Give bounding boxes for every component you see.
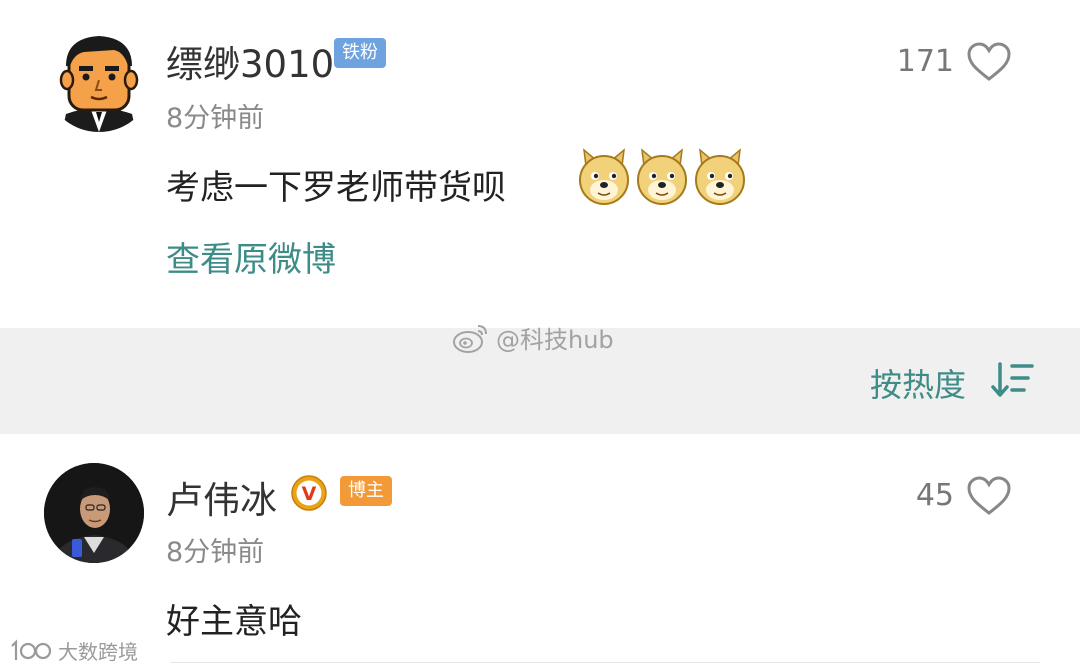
avatar[interactable] xyxy=(44,22,154,132)
heart-icon[interactable] xyxy=(966,476,1012,516)
comment-time: 8分钟前 xyxy=(166,537,265,568)
infinity-logo-icon xyxy=(11,638,52,660)
like-count: 171 xyxy=(896,44,954,79)
doge-emoji-icon xyxy=(637,148,687,205)
doge-emoji-icon xyxy=(579,148,629,205)
weibo-watermark-text: @科技hub xyxy=(496,326,614,354)
avatar[interactable] xyxy=(44,463,144,563)
view-original-link[interactable]: 查看原微博 xyxy=(166,232,336,281)
weibo-logo-icon xyxy=(453,324,487,353)
username[interactable]: 卢伟冰 xyxy=(166,470,277,524)
comment-item: 缥缈3010 铁粉 8分钟前 171 考虑一下罗老师带货呗 查看原微博 xyxy=(0,0,1080,328)
sort-by-hot-button[interactable]: 按热度 xyxy=(870,360,966,406)
cartoon-avatar-icon xyxy=(44,22,154,132)
comment-text: 考虑一下罗老师带货呗 xyxy=(166,168,506,208)
comment-item xyxy=(0,434,1080,670)
sort-icon[interactable] xyxy=(990,360,1036,400)
verified-v-icon: V xyxy=(291,475,327,511)
like-count: 45 xyxy=(915,478,954,513)
divider xyxy=(170,662,1040,663)
doge-emoji-icon xyxy=(695,148,745,205)
corner-watermark-text: 大数跨境 xyxy=(58,640,138,664)
username[interactable]: 缥缈3010 xyxy=(166,34,334,88)
verified-mark: V xyxy=(302,483,317,505)
heart-icon[interactable] xyxy=(966,42,1012,82)
blogger-badge[interactable]: 博主 xyxy=(340,476,392,506)
comment-time: 8分钟前 xyxy=(166,103,265,134)
comment-text: 好主意哈 xyxy=(166,602,302,642)
weibo-watermark: @科技hub xyxy=(452,320,614,355)
user-photo-avatar xyxy=(44,463,144,563)
fan-badge[interactable]: 铁粉 xyxy=(334,38,386,68)
corner-watermark: 大数跨境 xyxy=(8,636,138,665)
